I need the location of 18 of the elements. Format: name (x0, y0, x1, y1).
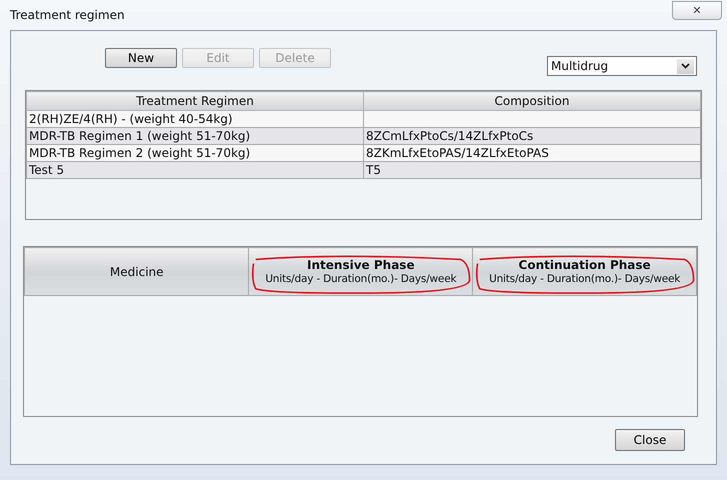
filter-dropdown[interactable]: Multidrug (547, 56, 697, 76)
column-header[interactable]: Continuation Phase Units/day - Duration(mo.)- Days/week (472, 248, 696, 296)
table-cell: MDR-TB Regimen 2 (weight 51-70kg) (26, 144, 364, 162)
column-header[interactable]: Medicine (24, 248, 249, 296)
table-cell: 8ZKmLfxEtoPAS/14ZLfxEtoPAS (364, 144, 700, 162)
table-cell: Test 5 (26, 162, 364, 178)
chevron-down-icon (681, 63, 690, 69)
column-header[interactable]: Composition (364, 92, 700, 110)
close-button[interactable]: ✕ (672, 1, 722, 20)
close-button[interactable]: Close (615, 429, 685, 451)
table-cell: MDR-TB Regimen 1 (weight 51-70kg) (26, 128, 364, 144)
table-cell: T5 (364, 162, 700, 178)
table-cell: 8ZCmLfxPtoCs/14ZLfxPtoCs (364, 128, 700, 144)
table-cell: 2(RH)ZE/4(RH) - (weight 40-54kg) (26, 110, 364, 128)
new-button[interactable]: New (105, 48, 177, 68)
column-header[interactable]: Treatment Regimen (26, 92, 364, 110)
window-title: Treatment regimen (10, 7, 125, 24)
column-header[interactable]: Intensive Phase Units/day - Duration(mo.)- Days/week (248, 248, 473, 296)
